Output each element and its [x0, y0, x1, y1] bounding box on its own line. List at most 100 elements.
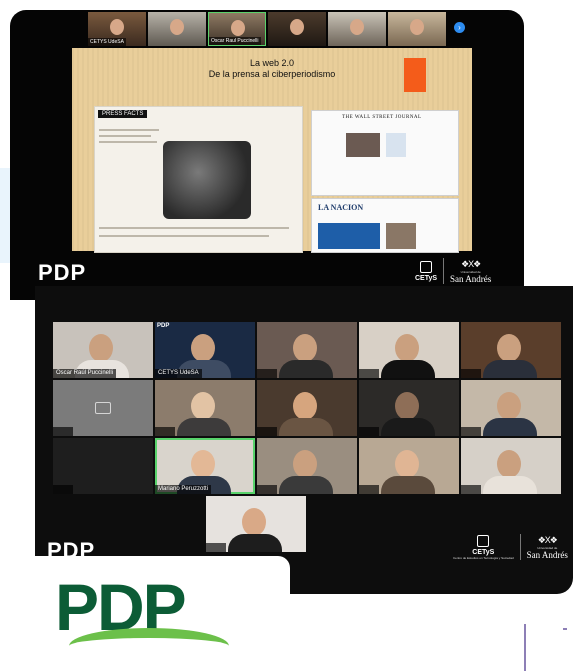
cetys-logo: CETyS [415, 260, 438, 282]
torso [381, 360, 435, 378]
participant-name [257, 485, 277, 494]
video-tile[interactable] [206, 496, 306, 552]
text-line [99, 227, 289, 229]
news-chart [386, 133, 406, 157]
pdp-logo-card: PDP [21, 556, 290, 671]
torso [483, 476, 537, 494]
participant-name [461, 369, 481, 378]
next-page-icon[interactable]: › [454, 22, 465, 33]
participant-name [359, 427, 379, 436]
lanacion-masthead: LA NACION [318, 203, 364, 212]
wsj-masthead: THE WALL STREET JOURNAL [342, 115, 422, 120]
participant-thumb[interactable]: CETYS UdeSA [88, 12, 146, 46]
torso [228, 534, 282, 552]
video-tile[interactable] [53, 438, 153, 494]
shared-slide: La web 2.0 De la prensa al ciberperiodis… [72, 48, 472, 253]
sanandres-name: San Andrés [526, 549, 568, 560]
partner-logos: CETyS ❖X❖ Universidad de San Andrés [415, 258, 491, 284]
avatar [242, 508, 266, 536]
avatar [191, 450, 215, 478]
avatar [497, 334, 521, 362]
video-tile[interactable] [461, 322, 561, 378]
sanandres-crest-icon: ❖X❖ [537, 534, 558, 545]
news-block [318, 223, 380, 249]
torso [279, 418, 333, 436]
text-line [99, 141, 157, 143]
avatar [395, 334, 419, 362]
video-tile[interactable]: Oscar Raúl Puccinelli [53, 322, 153, 378]
video-tile[interactable] [359, 438, 459, 494]
avatar [497, 450, 521, 478]
cetys-logo: CETyS Centro de Estudios en Tecnología y… [453, 534, 514, 560]
avatar [395, 450, 419, 478]
video-tile[interactable] [257, 322, 357, 378]
participant-name: Oscar Raul Puccinelli [209, 37, 261, 45]
participant-name [53, 427, 73, 436]
video-tile[interactable] [359, 322, 459, 378]
camera-off-icon [95, 402, 111, 414]
participant-name [359, 485, 379, 494]
video-tile-active-speaker[interactable]: Mariano Peruzzotti [155, 438, 255, 494]
cetys-icon [420, 260, 433, 273]
slide-title: La web 2.0 De la prensa al ciberperiodis… [132, 58, 412, 80]
participant-thumb[interactable] [148, 12, 206, 46]
participant-name [257, 427, 277, 436]
slide-accent-block [404, 58, 426, 92]
text-line [99, 129, 159, 131]
torso [381, 476, 435, 494]
participant-name [257, 369, 277, 378]
printing-press-image [163, 141, 251, 219]
participant-name [155, 427, 175, 436]
avatar [293, 392, 317, 420]
participant-thumb[interactable] [388, 12, 446, 46]
presentation-screenshot: CETYS UdeSA Oscar Raul Puccinelli › La w… [10, 10, 524, 300]
avatar [170, 19, 184, 35]
video-tile-camera-off[interactable] [53, 380, 153, 436]
cetys-name: CETyS [415, 274, 438, 282]
video-tile[interactable] [257, 380, 357, 436]
cetys-icon [477, 534, 490, 547]
video-tile[interactable] [257, 438, 357, 494]
video-tile[interactable]: PDP CETYS UdeSA [155, 322, 255, 378]
sanandres-logo: ❖X❖ Universidad de San Andrés [527, 535, 568, 560]
participant-name: CETYS UdeSA [88, 38, 126, 46]
participant-name [461, 485, 481, 494]
partner-logos: CETyS Centro de Estudios en Tecnología y… [453, 534, 568, 560]
avatar [89, 334, 113, 362]
video-tile[interactable] [461, 380, 561, 436]
cetys-sub: Centro de Estudios en Tecnología y Socie… [453, 555, 514, 560]
sanandres-logo: ❖X❖ Universidad de San Andrés [450, 259, 491, 284]
video-tile[interactable] [155, 380, 255, 436]
pdp-logo: PDP [38, 260, 87, 285]
text-line [99, 135, 151, 137]
cetys-name: CETyS [472, 548, 495, 556]
lanacion-screenshot: LA NACION [311, 198, 459, 253]
participant-name [53, 485, 73, 494]
participant-name: Oscar Raúl Puccinelli [53, 369, 117, 378]
avatar [410, 19, 424, 35]
participant-thumb[interactable] [328, 12, 386, 46]
participant-thumb-active[interactable]: Oscar Raul Puccinelli [208, 12, 266, 46]
pdp-badge: PDP [157, 323, 170, 329]
text-line [99, 235, 269, 237]
torso [279, 476, 333, 494]
avatar [191, 392, 215, 420]
torso [381, 418, 435, 436]
news-photo [346, 133, 380, 157]
avatar [350, 19, 364, 35]
participant-thumb[interactable] [268, 12, 326, 46]
logo-swoosh [69, 628, 229, 664]
decorative-mark [563, 628, 567, 630]
sanandres-crest-icon: ❖X❖ [461, 258, 481, 269]
video-tile[interactable] [359, 380, 459, 436]
avatar [395, 392, 419, 420]
torso [483, 418, 537, 436]
torso [483, 360, 537, 378]
avatar [497, 392, 521, 420]
press-infographic: PRESS FACTS [94, 106, 303, 253]
avatar [110, 19, 124, 35]
video-tile[interactable] [461, 438, 561, 494]
avatar [293, 334, 317, 362]
video-grid-screenshot: Oscar Raúl Puccinelli PDP CETYS UdeSA Mar… [35, 286, 573, 594]
slide-subtitle-line: De la prensa al ciberperiodismo [208, 69, 336, 79]
